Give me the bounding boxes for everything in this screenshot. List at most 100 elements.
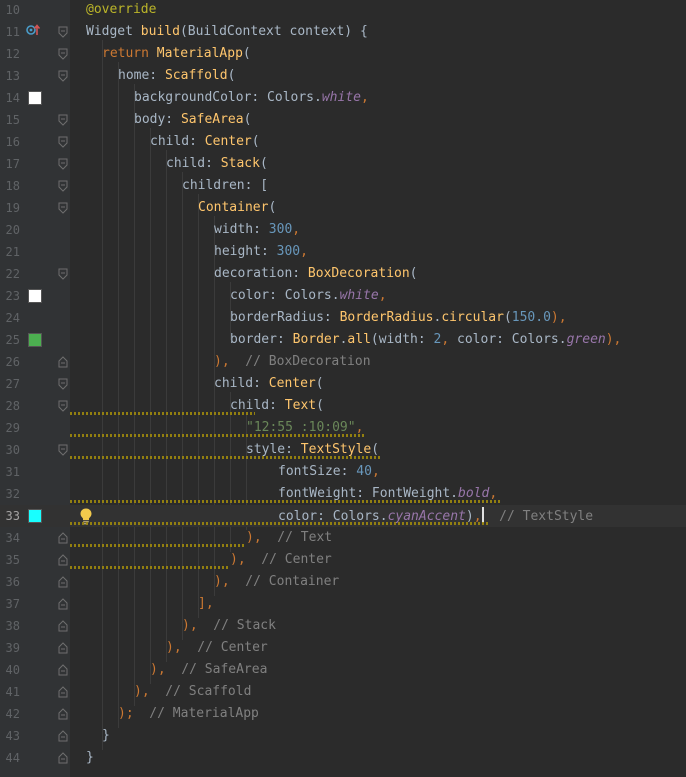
fold-icon[interactable] [58,598,68,610]
fold-icon[interactable] [58,202,68,214]
line-number[interactable]: 11 [0,23,20,41]
fold-icon[interactable] [58,26,68,38]
code-token: return [102,46,157,61]
code-line[interactable]: 40), // SafeArea [0,659,686,681]
line-number[interactable]: 19 [0,199,20,217]
line-number[interactable]: 15 [0,111,20,129]
code-line[interactable]: 21 height: 300, [0,241,686,263]
line-number[interactable]: 39 [0,639,20,657]
code-line[interactable]: 24 borderRadius: BorderRadius.circular(15… [0,307,686,329]
code-line[interactable]: 43} [0,725,686,747]
fold-icon[interactable] [58,730,68,742]
fold-icon[interactable] [58,378,68,390]
code-line[interactable]: 36), // Container [0,571,686,593]
line-number[interactable]: 21 [0,243,20,261]
line-number[interactable]: 36 [0,573,20,591]
code-line[interactable]: 13 home: Scaffold( [0,65,686,87]
code-line[interactable]: 22 decoration: BoxDecoration( [0,263,686,285]
line-number[interactable]: 24 [0,309,20,327]
line-number[interactable]: 44 [0,749,20,767]
line-number[interactable]: 28 [0,397,20,415]
line-number[interactable]: 16 [0,133,20,151]
code-token: (BuildContext context) { [179,24,368,39]
line-number[interactable]: 26 [0,353,20,371]
fold-icon[interactable] [58,444,68,456]
fold-icon[interactable] [58,48,68,60]
line-number[interactable]: 41 [0,683,20,701]
line-number[interactable]: 31 [0,463,20,481]
code-line[interactable]: 38), // Stack [0,615,686,637]
code-line[interactable]: 41), // Scaffold [0,681,686,703]
line-number[interactable]: 29 [0,419,20,437]
code-line[interactable]: 10 @override [0,0,686,21]
line-number[interactable]: 40 [0,661,20,679]
code-line[interactable]: 37], [0,593,686,615]
code-line[interactable]: 39), // Center [0,637,686,659]
code-token: , [292,222,301,237]
fold-icon[interactable] [58,400,68,412]
code-line[interactable]: 27 child: Center( [0,373,686,395]
line-number[interactable]: 20 [0,221,20,239]
line-number[interactable]: 25 [0,331,20,349]
line-number[interactable]: 23 [0,287,20,305]
line-number[interactable]: 33 [0,507,20,525]
code-line[interactable]: 20 width: 300, [0,219,686,241]
code-editor[interactable]: 10 @override 11 Widget build(BuildContext c… [0,0,686,777]
line-number[interactable]: 42 [0,705,20,723]
code-line[interactable]: 14 backgroundColor: Colors.white, [0,87,686,109]
color-swatch[interactable] [28,289,42,303]
fold-icon[interactable] [58,620,68,632]
line-number[interactable]: 37 [0,595,20,613]
fold-icon[interactable] [58,642,68,654]
line-number[interactable]: 10 [0,1,20,19]
fold-icon[interactable] [58,136,68,148]
color-swatch[interactable] [28,333,42,347]
code-text: ], [198,595,214,613]
fold-icon[interactable] [58,686,68,698]
code-line[interactable]: 23 color: Colors.white, [0,285,686,307]
code-line[interactable]: 15 body: SafeArea( [0,109,686,131]
code-line[interactable]: 17 child: Stack( [0,153,686,175]
line-number[interactable]: 22 [0,265,20,283]
code-line[interactable]: 16 child: Center( [0,131,686,153]
code-line[interactable]: 18 children: [ [0,175,686,197]
fold-icon[interactable] [58,576,68,588]
color-swatch[interactable] [28,509,42,523]
fold-icon[interactable] [58,180,68,192]
code-line[interactable]: 19 Container( [0,197,686,219]
line-number[interactable]: 38 [0,617,20,635]
code-line[interactable]: 44} [0,747,686,769]
line-number[interactable]: 12 [0,45,20,63]
line-number[interactable]: 18 [0,177,20,195]
code-line[interactable]: 11 Widget build(BuildContext context) { [0,21,686,43]
override-gutter-icon[interactable] [25,23,41,42]
color-swatch[interactable] [28,91,42,105]
line-number[interactable]: 13 [0,67,20,85]
line-number[interactable]: 17 [0,155,20,173]
code-line[interactable]: 12 return MaterialApp( [0,43,686,65]
line-number[interactable]: 43 [0,727,20,745]
fold-icon[interactable] [58,664,68,676]
line-number[interactable]: 34 [0,529,20,547]
fold-icon[interactable] [58,158,68,170]
fold-icon[interactable] [58,114,68,126]
code-token: color: Colors. [230,288,340,303]
code-token: // Scaffold [149,684,252,699]
line-number[interactable]: 35 [0,551,20,569]
fold-icon[interactable] [58,268,68,280]
line-number[interactable]: 32 [0,485,20,503]
code-line[interactable]: 42); // MaterialApp [0,703,686,725]
fold-icon[interactable] [58,554,68,566]
line-number[interactable]: 27 [0,375,20,393]
warning-underline [70,522,488,525]
fold-icon[interactable] [58,532,68,544]
fold-icon[interactable] [58,356,68,368]
fold-icon[interactable] [58,752,68,764]
code-line[interactable]: 25 border: Border.all(width: 2, color: Co… [0,329,686,351]
code-line[interactable]: 26), // BoxDecoration [0,351,686,373]
fold-icon[interactable] [58,70,68,82]
code-line[interactable]: 31 fontSize: 40, [0,461,686,483]
line-number[interactable]: 30 [0,441,20,459]
line-number[interactable]: 14 [0,89,20,107]
fold-icon[interactable] [58,708,68,720]
